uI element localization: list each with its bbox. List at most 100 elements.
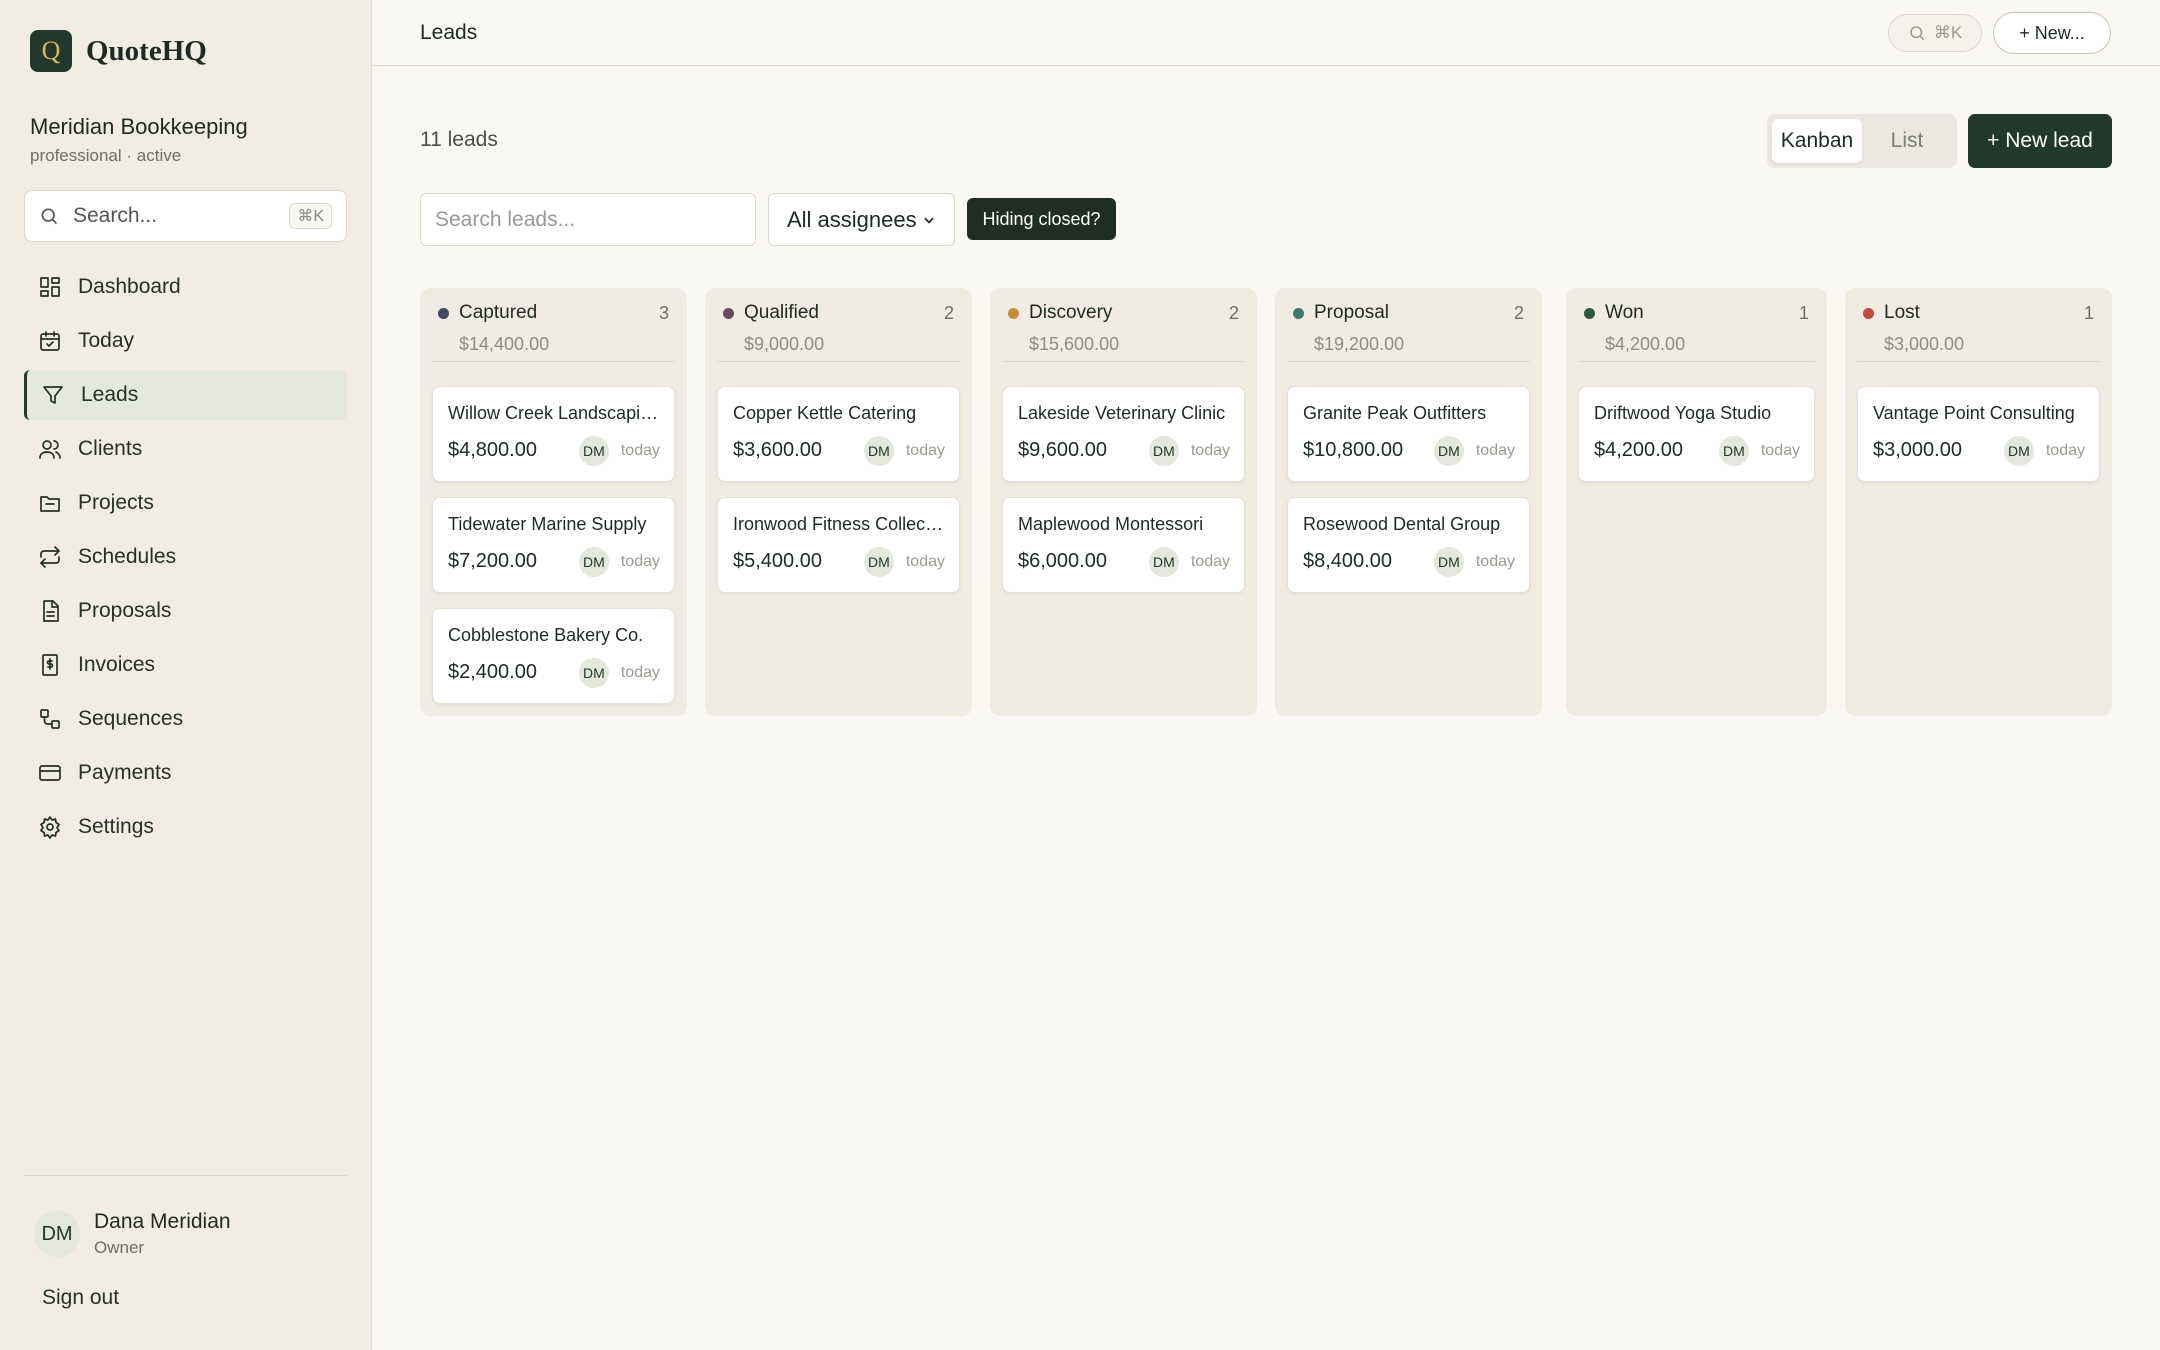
lead-card[interactable]: Maplewood Montessori $6,000.00 DM today (1002, 497, 1245, 593)
column-count: 2 (943, 302, 954, 323)
command-search-button[interactable]: ⌘K (1888, 14, 1982, 52)
column-title: Captured 3 (438, 302, 669, 324)
column-name: Captured (459, 302, 538, 323)
lead-search-input[interactable]: Search leads... (420, 193, 756, 246)
folder-icon (40, 496, 60, 512)
column-title: Lost 1 (1863, 302, 2094, 324)
column-name: Discovery (1029, 302, 1113, 323)
status-dot (1584, 307, 1595, 319)
sidebar-search[interactable]: Search... ⌘K (24, 190, 347, 242)
lead-name: Driftwood Yoga Studio (1594, 403, 1772, 423)
lead-card[interactable]: Driftwood Yoga Studio $4,200.00 DM today (1578, 386, 1815, 482)
lead-meta: DM today (1718, 436, 1800, 466)
new-menu-button[interactable]: + New... (1993, 12, 2111, 54)
sidebar-item-projects[interactable]: Projects (24, 478, 347, 528)
lead-date: today (905, 442, 945, 459)
lead-card[interactable]: Cobblestone Bakery Co. $2,400.00 DM toda… (432, 608, 675, 704)
lead-name: Cobblestone Bakery Co. (448, 625, 644, 645)
assignee-select-value: All assignees (787, 206, 917, 232)
lead-name: Lakeside Veterinary Clinic (1018, 403, 1226, 423)
lead-card[interactable]: Granite Peak Outfitters $10,800.00 DM to… (1287, 386, 1530, 482)
user-profile[interactable]: DM Dana Meridian Owner (34, 1210, 231, 1258)
sidebar-item-sequences[interactable]: Sequences (24, 694, 347, 744)
brand[interactable]: Q QuoteHQ (30, 30, 207, 72)
column-header: Won 1 $4,200.00 (1584, 302, 1809, 355)
calendar-icon (40, 331, 60, 351)
search-icon (41, 208, 58, 225)
sidebar-item-today[interactable]: Today (24, 316, 347, 366)
column-total: $4,200.00 (1605, 334, 1686, 354)
sidebar-item-invoices[interactable]: Invoices (24, 640, 347, 690)
lead-meta: DM today (578, 658, 660, 688)
lead-card[interactable]: Tidewater Marine Supply $7,200.00 DM tod… (432, 497, 675, 593)
lead-card[interactable]: Ironwood Fitness Collective $5,400.00 DM… (717, 497, 960, 593)
sidebar-item-clients[interactable]: Clients (24, 424, 347, 474)
sidebar-item-proposals[interactable]: Proposals (24, 586, 347, 636)
column-count: 1 (1798, 302, 1809, 323)
status-dot (438, 307, 449, 319)
list-view-button[interactable]: List (1862, 119, 1952, 163)
lead-date: today (620, 442, 660, 459)
lead-amount: $6,000.00 (1018, 550, 1107, 572)
sidebar-item-dashboard[interactable]: Dashboard (24, 262, 347, 312)
lead-name: Copper Kettle Catering (733, 403, 917, 423)
lead-amount: $7,200.00 (448, 550, 537, 572)
lead-date: today (1190, 442, 1230, 459)
lead-card[interactable]: Copper Kettle Catering $3,600.00 DM toda… (717, 386, 960, 482)
sidebar-divider (24, 1175, 347, 1176)
avatar: DM (1148, 547, 1179, 577)
column-name: Qualified (744, 302, 819, 323)
lead-card[interactable]: Lakeside Veterinary Clinic $9,600.00 DM … (1002, 386, 1245, 482)
repeat-icon (40, 546, 60, 568)
sidebar-item-label: Dashboard (78, 275, 181, 298)
credit-card-icon (39, 765, 61, 781)
avatar: DM (863, 436, 894, 466)
lead-meta: DM today (578, 436, 660, 466)
kanban-column-qualified: Qualified 2 $9,000.00 Copper Kettle Cate… (705, 288, 972, 716)
lead-card[interactable]: Vantage Point Consulting $3,000.00 DM to… (1857, 386, 2100, 482)
lead-amount: $2,400.00 (448, 661, 537, 683)
lead-card[interactable]: Willow Creek Landscaping $4,800.00 DM to… (432, 386, 675, 482)
column-total: $19,200.00 (1314, 334, 1405, 354)
sidebar: Q QuoteHQ Meridian Bookkeeping professio… (0, 0, 372, 1350)
column-title: Won 1 (1584, 302, 1809, 324)
column-total: $9,000.00 (744, 334, 825, 354)
sidebar-nav: Dashboard Today Leads Clients Projects Schedu… (24, 262, 347, 856)
lead-meta: DM today (1433, 436, 1515, 466)
sidebar-item-schedules[interactable]: Schedules (24, 532, 347, 582)
sidebar-item-label: Leads (81, 383, 139, 406)
sidebar-item-settings[interactable]: Settings (24, 802, 347, 852)
column-total: $14,400.00 (459, 334, 550, 354)
sidebar-item-payments[interactable]: Payments (24, 748, 347, 798)
dashboard-icon (40, 277, 60, 297)
kanban-column-captured: Captured 3 $14,400.00 Willow Creek Lands… (420, 288, 687, 716)
view-toggle: Kanban List (1767, 114, 1957, 168)
sidebar-item-label: Schedules (78, 545, 177, 568)
column-divider (1578, 361, 1815, 362)
lead-meta: DM today (1148, 547, 1230, 577)
lead-meta: DM today (863, 547, 945, 577)
sidebar-item-label: Projects (78, 491, 154, 514)
avatar: DM (578, 547, 609, 577)
avatar: DM (863, 547, 894, 577)
assignee-select[interactable]: All assignees (768, 193, 955, 246)
org-info: Meridian Bookkeeping professional · acti… (30, 114, 248, 166)
status-dot (723, 307, 734, 319)
column-header: Qualified 2 $9,000.00 (723, 302, 954, 355)
new-lead-button[interactable]: + New lead (1968, 114, 2112, 168)
column-divider (432, 361, 675, 362)
sign-out-link[interactable]: Sign out (42, 1286, 119, 1310)
sidebar-item-leads[interactable]: Leads (24, 370, 347, 420)
lead-card[interactable]: Rosewood Dental Group $8,400.00 DM today (1287, 497, 1530, 593)
kanban-column-proposal: Proposal 2 $19,200.00 Granite Peak Outfi… (1275, 288, 1542, 716)
avatar: DM (1433, 547, 1464, 577)
lead-date: today (905, 553, 945, 570)
lead-meta: DM today (2003, 436, 2085, 466)
column-name: Won (1605, 302, 1644, 323)
workflow-icon (40, 709, 60, 729)
hiding-closed-toggle[interactable]: Hiding closed? (967, 198, 1116, 240)
lead-meta: DM today (578, 547, 660, 577)
kanban-view-button[interactable]: Kanban (1772, 119, 1862, 163)
lead-name: Vantage Point Consulting (1873, 403, 2075, 423)
lead-name: Ironwood Fitness Collective (733, 514, 945, 534)
